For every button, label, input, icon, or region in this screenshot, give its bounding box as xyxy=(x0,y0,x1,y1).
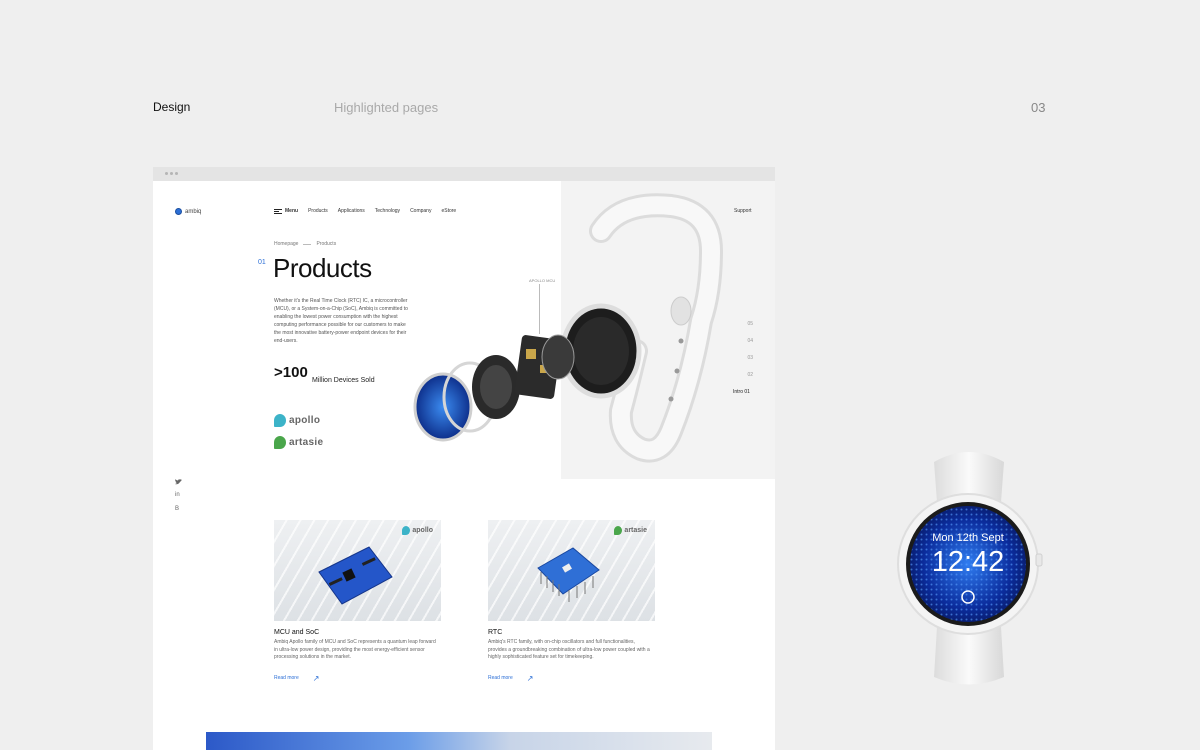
blog-icon[interactable]: B xyxy=(175,506,179,512)
brand-apollo-label: apollo xyxy=(289,415,321,426)
read-more-link[interactable]: Read more ↗ xyxy=(274,674,441,683)
read-more-label: Read more xyxy=(488,675,513,681)
dev-board-illustration xyxy=(318,546,393,605)
nav-item-technology[interactable]: Technology xyxy=(375,208,400,214)
card-image: artasie xyxy=(488,520,655,621)
watch-time: 12:42 xyxy=(932,546,1005,578)
browser-window: ambiq Menu Products Applications Technol… xyxy=(153,167,775,750)
hamburger-icon xyxy=(274,208,282,214)
brand-logo[interactable]: ambiq xyxy=(175,208,201,215)
card-title: MCU and SoC xyxy=(274,629,320,636)
logo-text: ambiq xyxy=(185,208,202,215)
brand-artasie-label: artasie xyxy=(289,437,324,448)
rtc-board-illustration xyxy=(537,547,600,602)
card-badge: artasie xyxy=(614,526,647,535)
read-more-link[interactable]: Read more ↗ xyxy=(488,674,655,683)
window-controls xyxy=(165,172,178,175)
menu-button[interactable]: Menu xyxy=(274,208,298,214)
browser-title-bar xyxy=(153,167,775,181)
section-label: Design xyxy=(153,100,191,114)
artasie-logo-icon xyxy=(614,526,623,535)
bottom-banner-image xyxy=(206,732,712,750)
watch-date: Mon 12th Sept xyxy=(932,532,1004,544)
pager-item-04[interactable]: 04 xyxy=(733,338,753,344)
pager-active-label: Intro xyxy=(733,389,744,395)
brand-apollo[interactable]: apollo xyxy=(274,414,320,427)
logo-icon xyxy=(175,208,182,215)
callout-label: APOLLO MCU xyxy=(529,278,556,283)
twitter-icon[interactable] xyxy=(175,479,182,487)
pager-item-02[interactable]: 02 xyxy=(733,372,753,378)
arrow-up-right-icon: ↗ xyxy=(312,673,320,683)
breadcrumb: Homepage Products xyxy=(274,241,336,247)
pager-item-03[interactable]: 03 xyxy=(733,355,753,361)
nav-item-products[interactable]: Products xyxy=(308,208,328,214)
smartwatch-illustration: Mon 12th Sept 12:42 xyxy=(889,442,1049,687)
page-title: Products xyxy=(273,253,372,283)
hero-image-panel xyxy=(560,181,775,479)
apollo-logo-icon xyxy=(402,526,411,535)
artasie-logo-icon xyxy=(274,436,286,449)
stat-value: >100 xyxy=(274,364,308,381)
exploded-components-illustration xyxy=(413,334,575,442)
card-badge-label: apollo xyxy=(412,527,433,534)
arrow-up-right-icon: ↗ xyxy=(526,673,534,683)
breadcrumb-current: Products xyxy=(316,241,337,247)
page-number: 03 xyxy=(1031,100,1046,115)
card-badge: apollo xyxy=(402,526,433,535)
product-card-mcu[interactable]: apollo MCU and SoC Ambiq Apollo family o… xyxy=(274,520,441,683)
brand-artasie[interactable]: artasie xyxy=(274,436,323,449)
breadcrumb-home[interactable]: Homepage xyxy=(274,241,298,247)
pager-item-active[interactable]: Intro 01 xyxy=(733,389,750,395)
card-image: apollo xyxy=(274,520,441,621)
section-subtitle: Highlighted pages xyxy=(334,100,439,115)
wristband-illustration xyxy=(560,193,724,463)
support-link[interactable]: Support xyxy=(734,208,752,214)
stat-label: Million Devices Sold xyxy=(312,377,375,384)
smartwatch-graphic: Mon 12th Sept 12:42 xyxy=(897,452,1043,685)
nav-item-estore[interactable]: eStore xyxy=(441,208,456,214)
intro-paragraph: Whether it's the Real Time Clock (RTC) I… xyxy=(274,298,408,344)
product-card-rtc[interactable]: artasie RTC Ambiq's RTC family, with on-… xyxy=(488,520,655,683)
section-number: 01 xyxy=(258,259,266,266)
card-title: RTC xyxy=(488,629,503,636)
card-description: Ambiq Apollo family of MCU and SoC repre… xyxy=(274,639,436,660)
read-more-label: Read more xyxy=(274,675,299,681)
breadcrumb-separator xyxy=(303,243,312,245)
linkedin-icon[interactable]: in xyxy=(175,492,180,498)
nav-item-company[interactable]: Company xyxy=(410,208,431,214)
card-description: Ambiq's RTC family, with on-chip oscilla… xyxy=(488,639,650,660)
pager-active-number: 01 xyxy=(744,389,750,395)
nav-item-applications[interactable]: Applications xyxy=(338,208,365,214)
main-nav: Menu Products Applications Technology Co… xyxy=(274,208,456,214)
card-badge-label: artasie xyxy=(624,527,647,534)
pager-item-05[interactable]: 05 xyxy=(733,321,753,327)
apollo-logo-icon xyxy=(274,414,286,427)
menu-label: Menu xyxy=(285,208,299,214)
